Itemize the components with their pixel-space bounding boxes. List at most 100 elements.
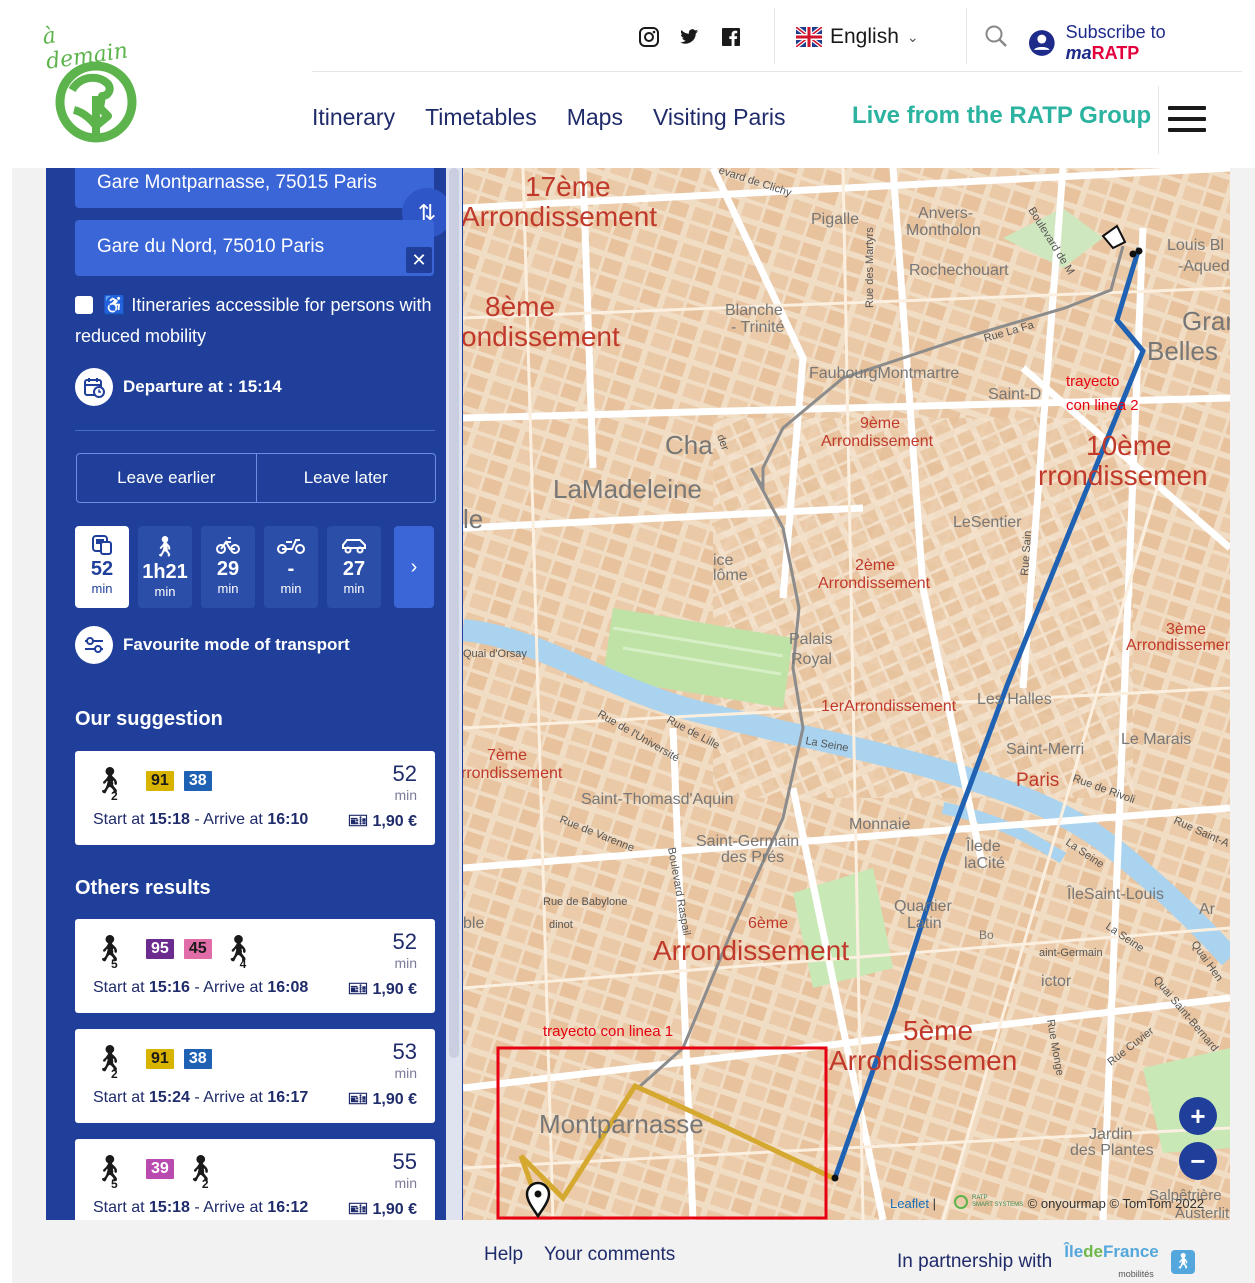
ticket-icon: 🎫︎ [347,981,373,998]
result-duration: 53 [392,1039,417,1064]
twitter-icon[interactable] [678,26,700,48]
ratp-logo[interactable]: à demain [41,18,144,153]
map-label: FaubourgMontmartre [809,365,959,382]
result-card[interactable]: 🚶︎ 5 39 🚶︎ 2 55 min Start at 15:18 - Arrive… [75,1139,435,1220]
map-label: Royal [791,651,832,668]
map-label: Arrondissement [821,433,934,450]
mode-unit: min [217,581,239,596]
result-unit: min [394,787,417,803]
subscribe-link[interactable]: Subscribe to maRATP [1028,22,1242,64]
header-top-row: English ⌄ Subscribe to maRATP [312,0,1242,72]
leaflet-link[interactable]: Leaflet [890,1196,929,1211]
map-label: 1erArrondissement [821,698,957,715]
result-times: Start at 15:18 - Arrive at 16:12 [93,1199,309,1216]
map-label: Montholon [906,222,981,239]
map-label: Saint-D [988,386,1041,403]
nav-itinerary[interactable]: Itinerary [312,104,395,131]
mode-unit: min [343,581,365,596]
destination-input[interactable]: Gare du Nord, 75010 Paris [75,220,434,276]
map-label: des Prés [721,849,784,866]
result-price: 🎫︎ 1,90 € [347,1201,417,1218]
result-price: 🎫︎ 1,90 € [347,813,417,830]
person-icon: 🚶︎ [1170,1250,1195,1274]
mode-tab-walk[interactable]: 🚶︎ 1h21 min [138,526,192,608]
map-right-gutter [1230,168,1255,1220]
walk-icon: 🚶︎ 2 [93,765,127,803]
accessibility-option[interactable]: ♿ Itineraries accessible for persons with… [75,290,435,352]
search-icon[interactable] [984,24,1010,50]
instagram-icon[interactable] [638,26,660,48]
map-label: -Aqued [1178,258,1230,275]
line-badge: 91 [146,770,174,791]
map-attribution: Leaflet | © onyourmap © TomTom 2022 [890,1196,1205,1211]
leave-earlier-button[interactable]: Leave earlier [77,454,257,502]
map-label: ÎleSaint-Louis [1066,884,1164,903]
map-label: Pigalle [811,211,859,228]
favourite-mode-link[interactable]: Favourite mode of transport [75,626,350,664]
chevron-down-icon: ⌄ [906,28,919,45]
mode-tab-bike[interactable]: 29 min [201,526,255,608]
route-map[interactable]: 17ème Arrondissement 8ème ondissement 9è… [463,168,1230,1220]
language-selector[interactable]: English ⌄ [796,24,919,50]
map-label: ble [463,915,484,932]
map-annotation: trayecto con linea 1 [543,1023,673,1040]
nav-timetables[interactable]: Timetables [425,104,537,131]
help-link[interactable]: Help [484,1244,523,1266]
uk-flag-icon [796,27,822,47]
result-card[interactable]: 🚶︎ 5 95 45 🚶︎ 4 52 min Start at 15:16 - Arr… [75,919,435,1013]
map-label: Saint-Merri [1006,741,1084,758]
map-canvas[interactable]: 17ème Arrondissement 8ème ondissement 9è… [463,168,1230,1220]
result-card[interactable]: 🚶︎ 2 91 38 52 min Start at 15:18 - Arrive … [75,751,435,845]
transit-icon [92,535,112,555]
map-label: 10ème [1086,430,1172,461]
map-label: Saint-Germain [696,833,799,850]
accessibility-checkbox[interactable] [75,296,93,314]
itinerary-panel: Gare Montparnasse, 75015 Paris ⇅ Gare du… [46,168,463,1220]
mode-tab-transit[interactable]: 52 min [75,526,129,608]
ticket-icon: 🎫︎ [347,1091,373,1108]
map-label: - Trinité [731,319,784,336]
chevron-right-icon[interactable]: › [394,526,434,608]
transport-mode-tabs: 52 min 🚶︎ 1h21 min 29 min - min 27 min › [75,526,434,608]
mode-tab-car[interactable]: 27 min [327,526,381,608]
user-account-icon [1028,30,1055,56]
map-label: Rochechouart [909,262,1009,279]
map-label: Blanche [725,302,783,319]
panel-scrollbar[interactable] [449,168,459,1058]
line-badge: 95 [146,938,174,959]
wheelchair-icon: ♿ [103,295,126,315]
nav-divider [1158,86,1159,154]
comments-link[interactable]: Your comments [544,1244,675,1266]
partner-label: In partnership with [897,1251,1053,1272]
bike-icon [216,537,240,554]
map-label: 9ème [860,415,900,432]
street-label: Rue de Babylone [543,896,627,908]
walk-icon: 🚶︎ 2 [93,1043,127,1081]
subscribe-prefix: Subscribe to [1065,22,1166,42]
map-label: ictor [1041,973,1072,990]
clear-destination-icon[interactable]: ✕ [406,247,432,273]
nav-live-ratp[interactable]: Live from the RATP Group [852,102,1151,130]
hamburger-menu-icon[interactable] [1168,106,1206,134]
result-price: 🎫︎ 1,90 € [347,1091,417,1108]
map-label: 2ème [855,557,895,574]
zoom-out-button[interactable]: − [1179,1142,1217,1180]
result-card[interactable]: 🚶︎ 2 91 38 53 min Start at 15:24 - Arrive … [75,1029,435,1123]
map-label: Palais [789,631,833,648]
nav-maps[interactable]: Maps [567,104,623,131]
map-label: Arrondissement [1126,637,1230,654]
facebook-icon[interactable] [720,26,742,48]
site-header: à demain English ⌄ Subscribe to maRATP I… [0,0,1255,168]
nav-visiting-paris[interactable]: Visiting Paris [653,104,786,131]
iledefrance-mobilites-logo[interactable]: ÎledeFrance mobilités [1064,1242,1159,1282]
map-label: Saint-Thomasd'Aquin [581,791,733,808]
zoom-in-button[interactable]: + [1179,1097,1217,1135]
departure-time-selector[interactable]: Departure at : 15:14 [75,368,282,406]
map-label: le [463,504,483,534]
leave-later-button[interactable]: Leave later [257,454,436,502]
result-unit: min [394,955,417,971]
scooter-icon [277,539,305,554]
origin-input[interactable]: Gare Montparnasse, 75015 Paris [75,168,434,208]
mode-tab-scooter[interactable]: - min [264,526,318,608]
street-label: dinot [549,919,573,931]
